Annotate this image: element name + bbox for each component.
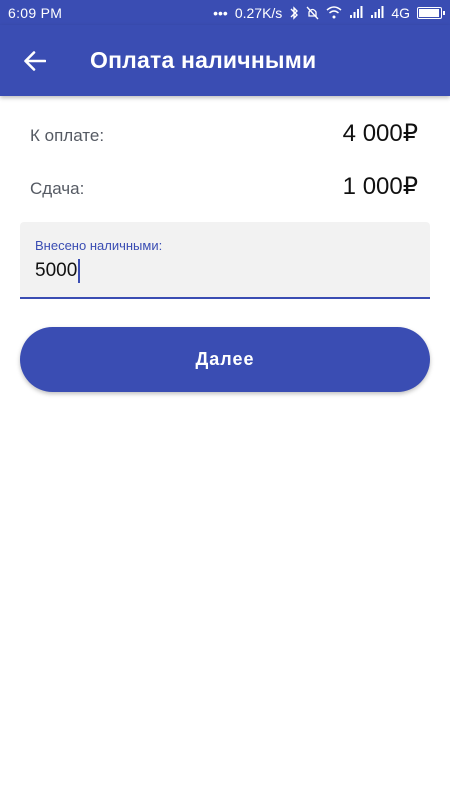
network-speed: 0.27K/s <box>234 4 283 21</box>
battery-icon <box>417 6 445 19</box>
cash-received-input[interactable]: 5000 <box>35 259 81 283</box>
change-row: Сдача: 1 000₽ <box>30 172 418 201</box>
status-icons: ••• 0.27K/s 4G <box>213 4 445 21</box>
bluetooth-icon <box>289 5 299 20</box>
wifi-icon <box>326 6 342 19</box>
text-caret <box>78 259 81 283</box>
next-button[interactable]: Далее <box>20 327 430 392</box>
change-label: Сдача: <box>30 179 85 198</box>
amount-due-row: К оплате: 4 000₽ <box>30 119 418 148</box>
page-title: Оплата наличными <box>90 47 317 73</box>
app-bar: Оплата наличными <box>0 25 450 96</box>
status-time: 6:09 PM <box>8 4 63 21</box>
signal-icon-2 <box>370 6 384 19</box>
network-type: 4G <box>391 4 410 21</box>
arrow-left-icon <box>24 50 46 71</box>
change-value: 1 000₽ <box>342 173 418 200</box>
back-button[interactable] <box>0 25 70 96</box>
mute-icon <box>306 6 319 20</box>
amount-due-label: К оплате: <box>30 126 105 145</box>
cash-received-field[interactable]: Внесено наличными: 5000 <box>20 222 430 299</box>
amount-due-value: 4 000₽ <box>342 120 418 147</box>
signal-icon <box>349 6 363 19</box>
battery-fill <box>419 8 439 17</box>
more-dots: ••• <box>213 4 228 21</box>
status-bar: 6:09 PM ••• 0.27K/s 4G <box>0 0 450 25</box>
cash-received-label: Внесено наличными: <box>35 238 163 253</box>
cash-received-value: 5000 <box>35 260 78 281</box>
